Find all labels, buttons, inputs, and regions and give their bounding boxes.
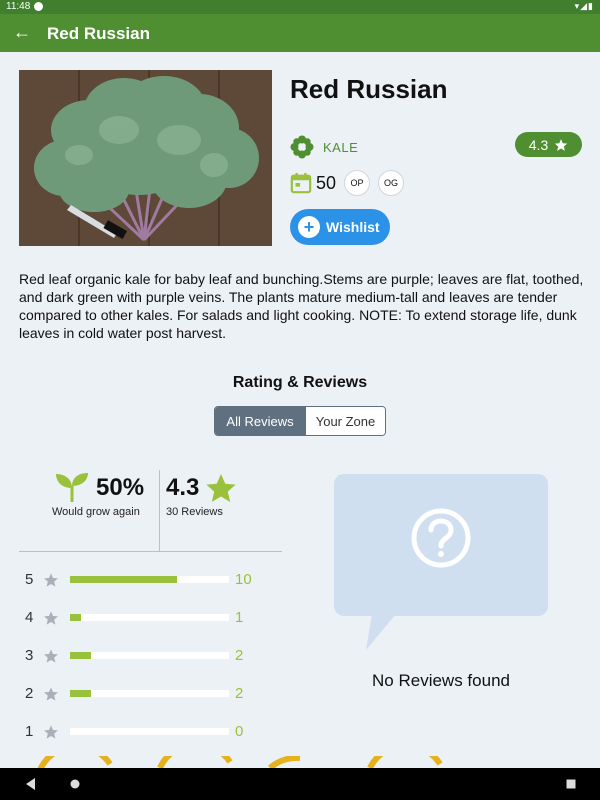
rating-row-4: 41 bbox=[25, 609, 265, 627]
star-icon bbox=[206, 474, 237, 502]
kale-image bbox=[19, 70, 272, 246]
star-icon bbox=[44, 611, 58, 625]
star-icon bbox=[44, 649, 58, 663]
rating-row-stars: 1 bbox=[25, 723, 34, 740]
calendar-icon bbox=[290, 172, 312, 194]
tag-og: OG bbox=[378, 170, 405, 196]
rating-row-stars: 3 bbox=[25, 647, 34, 664]
wishlist-button[interactable]: + Wishlist bbox=[290, 209, 390, 245]
grow-again-label: Would grow again bbox=[52, 506, 140, 518]
wishlist-label: Wishlist bbox=[326, 219, 380, 235]
stats-divider bbox=[159, 470, 160, 551]
flower-icon bbox=[290, 135, 314, 159]
rating-row-1: 10 bbox=[25, 723, 265, 741]
rating-value: 4.3 bbox=[528, 136, 549, 153]
tag-op: OP bbox=[344, 170, 371, 196]
plant-description: Red leaf organic kale for baby leaf and … bbox=[19, 271, 584, 341]
rating-row-count: 2 bbox=[235, 685, 244, 702]
plus-icon: + bbox=[298, 216, 320, 238]
rating-row-stars: 5 bbox=[25, 571, 34, 588]
empty-reviews-illustration bbox=[334, 474, 548, 650]
review-count: 30 Reviews bbox=[166, 506, 223, 518]
app-bar-title: Red Russian bbox=[47, 24, 150, 43]
tab-all-reviews[interactable]: All Reviews bbox=[215, 407, 305, 435]
rating-bar-fill bbox=[70, 576, 177, 583]
rating-row-2: 22 bbox=[25, 685, 265, 703]
category-label: KALE bbox=[323, 139, 359, 155]
grow-again-stat: 50% Would grow again bbox=[52, 472, 156, 518]
back-arrow-icon[interactable]: ← bbox=[10, 20, 34, 44]
rating-row-5: 5 10 bbox=[25, 571, 265, 589]
rating-badge[interactable]: 4.3 bbox=[515, 132, 582, 157]
sprout-icon bbox=[56, 473, 88, 502]
rating-row-stars: 2 bbox=[25, 685, 34, 702]
star-icon bbox=[555, 138, 568, 151]
status-bar: 11:48 ▾◢▮ bbox=[0, 0, 600, 14]
status-time: 11:48 bbox=[6, 1, 31, 12]
rating-bar-track bbox=[70, 652, 229, 659]
plant-name: Red Russian bbox=[290, 74, 448, 104]
rating-row-3: 32 bbox=[25, 647, 265, 665]
system-status-icons: ▾◢▮ bbox=[574, 1, 594, 11]
tab-your-zone[interactable]: Your Zone bbox=[305, 407, 385, 435]
empty-reviews-message: No Reviews found bbox=[372, 671, 510, 690]
nav-home-icon[interactable] bbox=[66, 775, 84, 793]
rating-bar-fill bbox=[70, 652, 91, 659]
stats-bottom-divider bbox=[19, 551, 282, 552]
nav-back-icon[interactable] bbox=[22, 775, 40, 793]
rating-row-count: 0 bbox=[235, 723, 244, 740]
gauge-row-partial bbox=[37, 756, 443, 768]
system-nav-bar bbox=[0, 768, 600, 800]
rating-bar-track bbox=[70, 576, 229, 583]
star-icon bbox=[44, 725, 58, 739]
rating-bar-fill bbox=[70, 690, 91, 697]
plant-photo bbox=[19, 70, 272, 246]
rating-bar-track bbox=[70, 690, 229, 697]
app-bar: ← Red Russian bbox=[0, 14, 600, 52]
category-row: KALE bbox=[290, 134, 358, 160]
average-rating-value: 4.3 bbox=[166, 474, 200, 501]
rating-row-stars: 4 bbox=[25, 609, 34, 626]
rating-row-count: 2 bbox=[235, 647, 244, 664]
grow-again-percent: 50% bbox=[96, 474, 145, 501]
rating-bar-fill bbox=[70, 614, 81, 621]
reviews-filter-toggle: All Reviews Your Zone bbox=[214, 406, 386, 436]
star-icon bbox=[44, 687, 58, 701]
reviews-title: Rating & Reviews bbox=[232, 374, 368, 391]
days-value: 50 bbox=[316, 172, 337, 193]
rating-bar-track bbox=[70, 614, 229, 621]
rating-row-count: 1 bbox=[235, 609, 244, 626]
rating-row-count: 10 bbox=[235, 571, 252, 588]
days-to-maturity-row: 50 OP OG bbox=[290, 168, 405, 198]
star-icon bbox=[44, 573, 58, 587]
nav-recents-icon[interactable] bbox=[562, 775, 580, 793]
rating-bar-track bbox=[70, 728, 229, 735]
average-rating-stat: 4.3 30 Reviews bbox=[166, 472, 256, 518]
notification-icon bbox=[34, 2, 43, 11]
